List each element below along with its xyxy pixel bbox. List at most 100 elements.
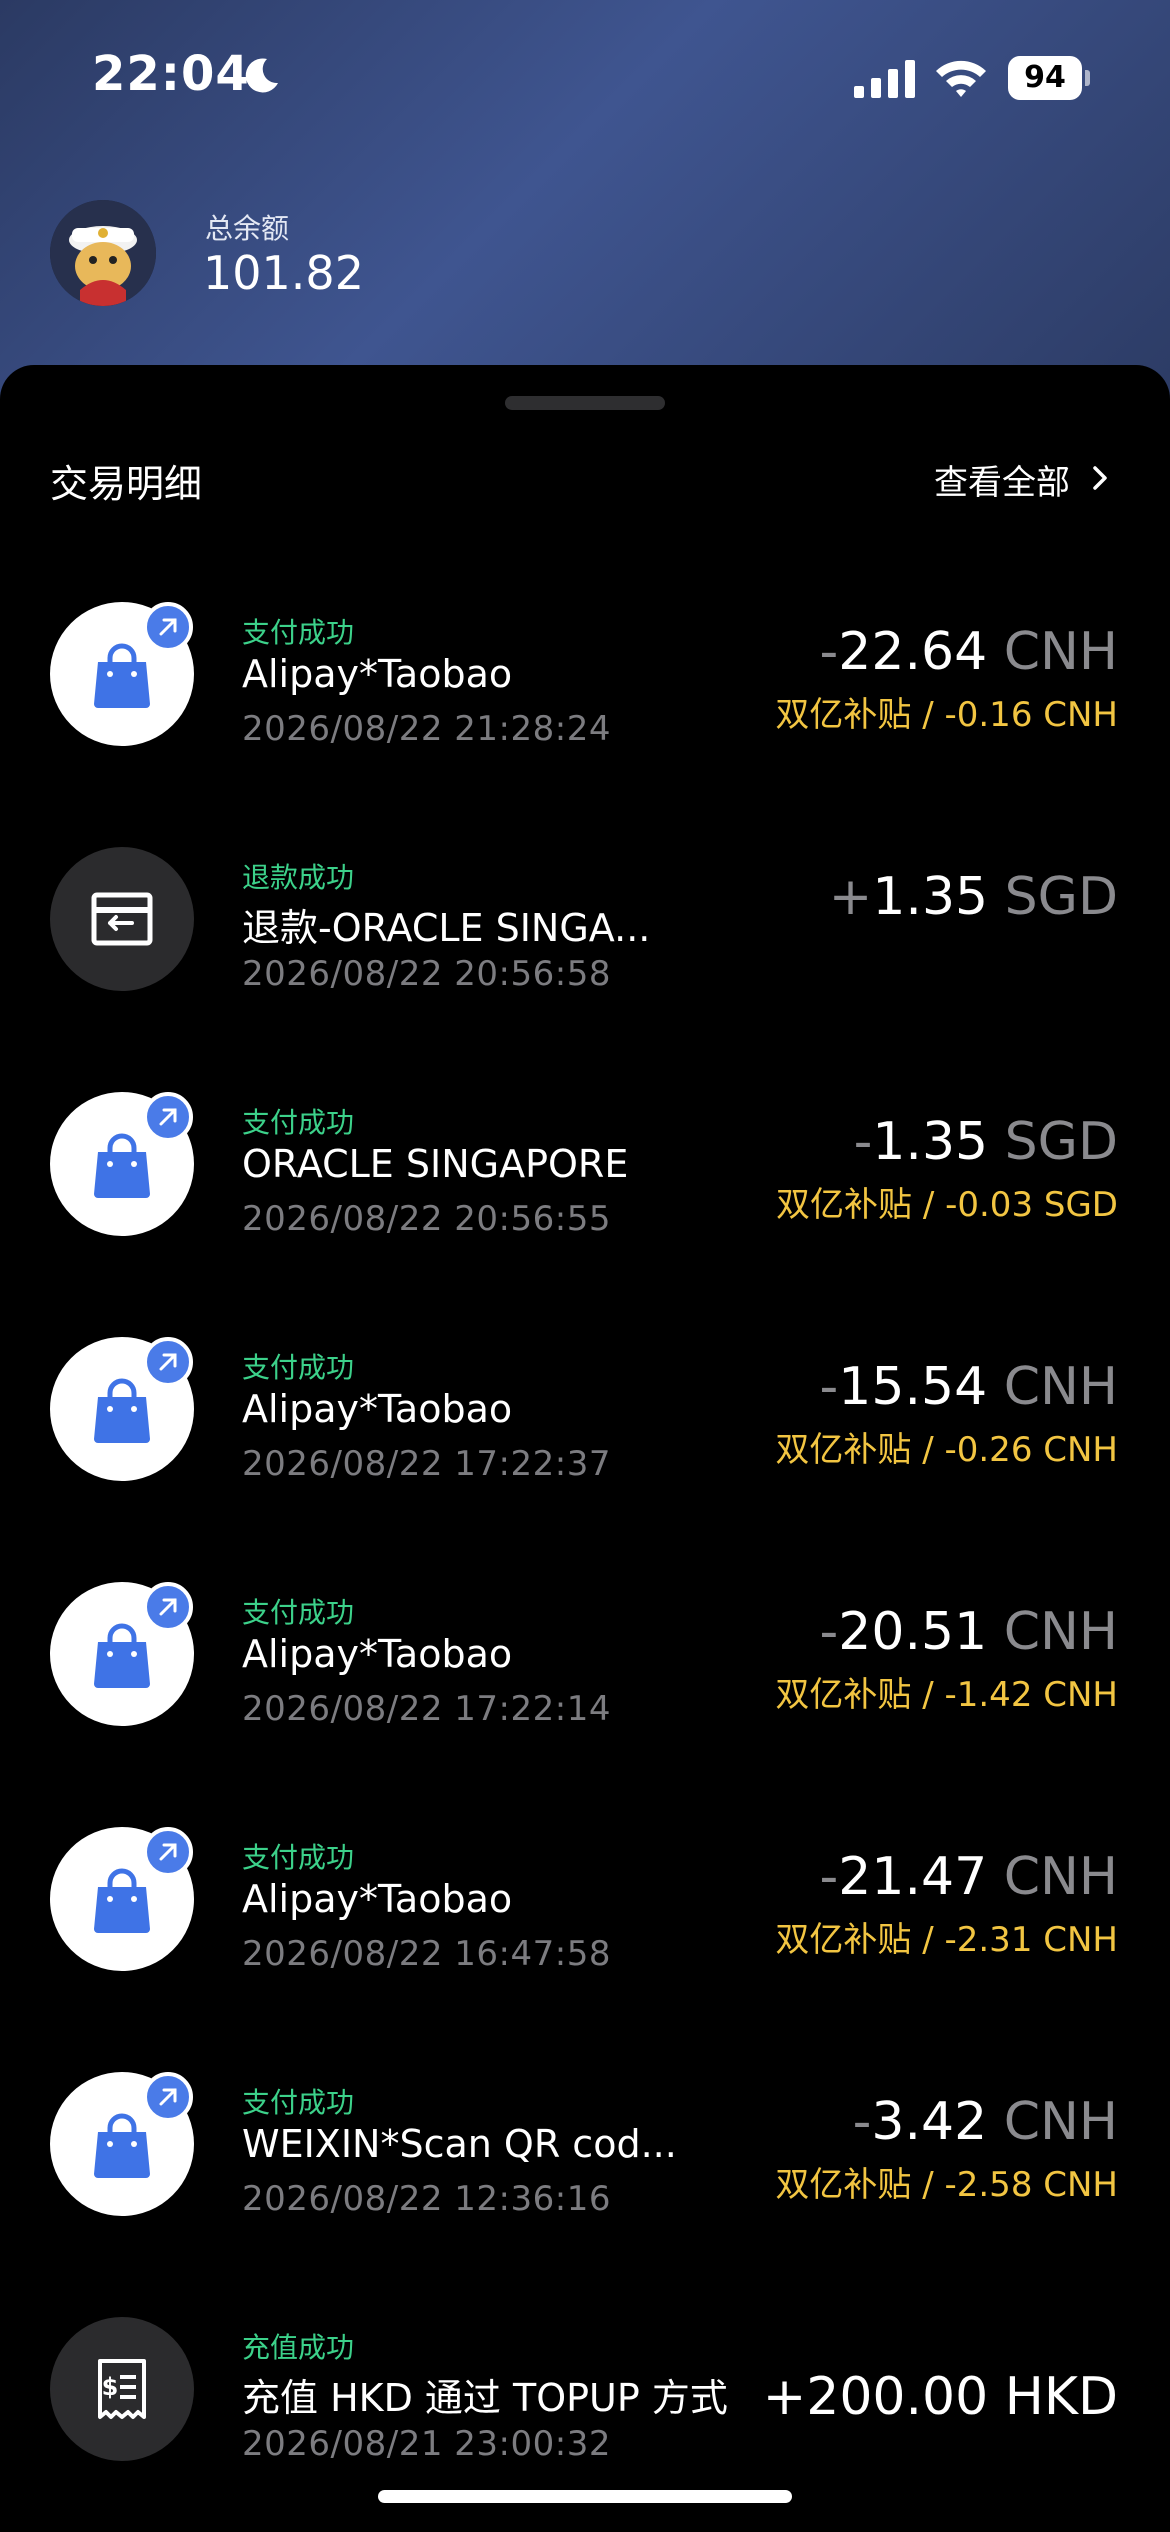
merchant-name: 充值 HKD 通过 TOPUP 方式 <box>242 2376 728 2420</box>
transaction-status: 支付成功 <box>242 1351 355 1384</box>
transaction-amount: -22.64 CNH <box>820 622 1118 682</box>
amount-sign: - <box>853 1112 873 1172</box>
signal-icon <box>854 60 915 98</box>
transaction-time: 2026/08/22 17:22:14 <box>242 1689 611 1729</box>
amount-currency: CNH <box>1003 1847 1118 1907</box>
amount-sign: - <box>852 2092 872 2152</box>
shopping-bag-icon <box>94 2113 150 2178</box>
merchant-name: 退款-ORACLE SINGA... <box>242 906 651 950</box>
transaction-status: 支付成功 <box>242 1596 355 1629</box>
transaction-icon <box>50 2072 194 2216</box>
transaction-icon <box>50 1092 194 1236</box>
balance-label: 总余额 <box>205 212 290 245</box>
amount-value: 21.47 <box>838 1847 988 1907</box>
subsidy-text: 双亿补贴 / -2.31 CNH <box>775 1920 1118 1960</box>
amount-currency: SGD <box>1004 867 1118 927</box>
transaction-status: 支付成功 <box>242 1841 355 1874</box>
merchant-name: Alipay*Taobao <box>242 1387 513 1431</box>
amount-value: 15.54 <box>838 1357 988 1417</box>
amount-sign: - <box>819 1602 839 1662</box>
status-time: 22:04 <box>92 46 250 102</box>
transaction-amount: -1.35 SGD <box>854 1112 1118 1172</box>
merchant-name: WEIXIN*Scan QR cod... <box>242 2122 677 2166</box>
arrow-up-right-icon <box>159 1353 177 1371</box>
amount-currency: CNH <box>1003 1602 1118 1662</box>
battery-level: 94 <box>1008 56 1082 100</box>
transaction-time: 2026/08/22 16:47:58 <box>242 1934 611 1974</box>
transaction-row[interactable]: $ 充值成功 充值 HKD 通过 TOPUP 方式 2026/08/21 23:… <box>0 2277 1170 2522</box>
amount-currency: SGD <box>1004 1112 1118 1172</box>
amount-sign: - <box>819 622 839 682</box>
shopping-bag-icon <box>94 1133 150 1198</box>
avatar-image <box>50 200 156 306</box>
amount-value: 3.42 <box>871 2092 988 2152</box>
amount-currency: HKD <box>1004 2367 1118 2427</box>
amount-currency: CNH <box>1003 1357 1118 1417</box>
transaction-icon <box>50 847 194 991</box>
battery-tip <box>1085 70 1090 86</box>
outgoing-badge <box>143 1582 193 1632</box>
transaction-icon: $ <box>50 2317 194 2461</box>
arrow-up-right-icon <box>159 618 177 636</box>
transaction-amount: -3.42 CNH <box>853 2092 1118 2152</box>
arrow-up-right-icon <box>159 1108 177 1126</box>
amount-value: 22.64 <box>838 622 988 682</box>
amount-currency: CNH <box>1003 622 1118 682</box>
battery-indicator: 94 <box>1008 56 1090 100</box>
transaction-row[interactable]: 支付成功 Alipay*Taobao 2026/08/22 21:28:24 -… <box>0 562 1170 807</box>
amount-value: 1.35 <box>872 867 989 927</box>
transaction-row[interactable]: 支付成功 Alipay*Taobao 2026/08/22 17:22:14 -… <box>0 1542 1170 1787</box>
transaction-status: 退款成功 <box>242 861 355 894</box>
avatar[interactable] <box>50 200 156 306</box>
subsidy-text: 双亿补贴 / -0.16 CNH <box>775 695 1118 735</box>
transaction-time: 2026/08/22 12:36:16 <box>242 2179 611 2219</box>
amount-value: 1.35 <box>872 1112 989 1172</box>
transaction-row[interactable]: 支付成功 WEIXIN*Scan QR cod... 2026/08/22 12… <box>0 2032 1170 2277</box>
amount-sign: - <box>819 1847 839 1907</box>
receipt-icon: $ <box>98 2359 146 2419</box>
merchant-name: Alipay*Taobao <box>242 652 513 696</box>
transaction-row[interactable]: 支付成功 Alipay*Taobao 2026/08/22 16:47:58 -… <box>0 1787 1170 2032</box>
transaction-amount: -21.47 CNH <box>820 1847 1118 1907</box>
amount-sign: + <box>828 867 873 927</box>
shopping-bag-icon <box>94 643 150 708</box>
arrow-up-right-icon <box>159 2088 177 2106</box>
home-indicator[interactable] <box>378 2490 792 2503</box>
amount-sign: - <box>819 1357 839 1417</box>
amount-sign: + <box>762 2367 807 2427</box>
transaction-icon <box>50 1337 194 1481</box>
transaction-amount: +200.00 HKD <box>763 2367 1118 2427</box>
arrow-up-right-icon <box>159 1843 177 1861</box>
chevron-right-icon[interactable] <box>1092 465 1108 491</box>
balance-value: 101.82 <box>203 246 364 300</box>
transaction-row[interactable]: 支付成功 ORACLE SINGAPORE 2026/08/22 20:56:5… <box>0 1052 1170 1297</box>
outgoing-badge <box>143 1337 193 1387</box>
refund-icon <box>91 892 153 946</box>
outgoing-badge <box>143 1827 193 1877</box>
shopping-bag-icon <box>94 1378 150 1443</box>
transaction-status: 支付成功 <box>242 2086 355 2119</box>
svg-text:$: $ <box>102 2373 119 2401</box>
subsidy-text: 双亿补贴 / -0.03 SGD <box>776 1185 1118 1225</box>
subsidy-text: 双亿补贴 / -0.26 CNH <box>775 1430 1118 1470</box>
transaction-icon <box>50 1582 194 1726</box>
transaction-row[interactable]: 支付成功 Alipay*Taobao 2026/08/22 17:22:37 -… <box>0 1297 1170 1542</box>
merchant-name: Alipay*Taobao <box>242 1632 513 1676</box>
transaction-time: 2026/08/22 17:22:37 <box>242 1444 611 1484</box>
transaction-time: 2026/08/22 20:56:55 <box>242 1199 611 1239</box>
section-title: 交易明细 <box>50 462 203 506</box>
arrow-up-right-icon <box>159 1598 177 1616</box>
wifi-icon <box>936 60 986 97</box>
transaction-icon <box>50 602 194 746</box>
transaction-time: 2026/08/21 23:00:32 <box>242 2424 611 2464</box>
transaction-row[interactable]: 退款成功 退款-ORACLE SINGA... 2026/08/22 20:56… <box>0 807 1170 1052</box>
sheet-drag-handle[interactable] <box>505 396 665 410</box>
transaction-time: 2026/08/22 21:28:24 <box>242 709 611 749</box>
outgoing-badge <box>143 602 193 652</box>
amount-value: 200.00 <box>806 2367 989 2427</box>
merchant-name: ORACLE SINGAPORE <box>242 1142 629 1186</box>
amount-value: 20.51 <box>838 1602 988 1662</box>
view-all-link[interactable]: 查看全部 <box>934 455 1070 504</box>
transaction-amount: -20.51 CNH <box>820 1602 1118 1662</box>
transaction-status: 支付成功 <box>242 616 355 649</box>
